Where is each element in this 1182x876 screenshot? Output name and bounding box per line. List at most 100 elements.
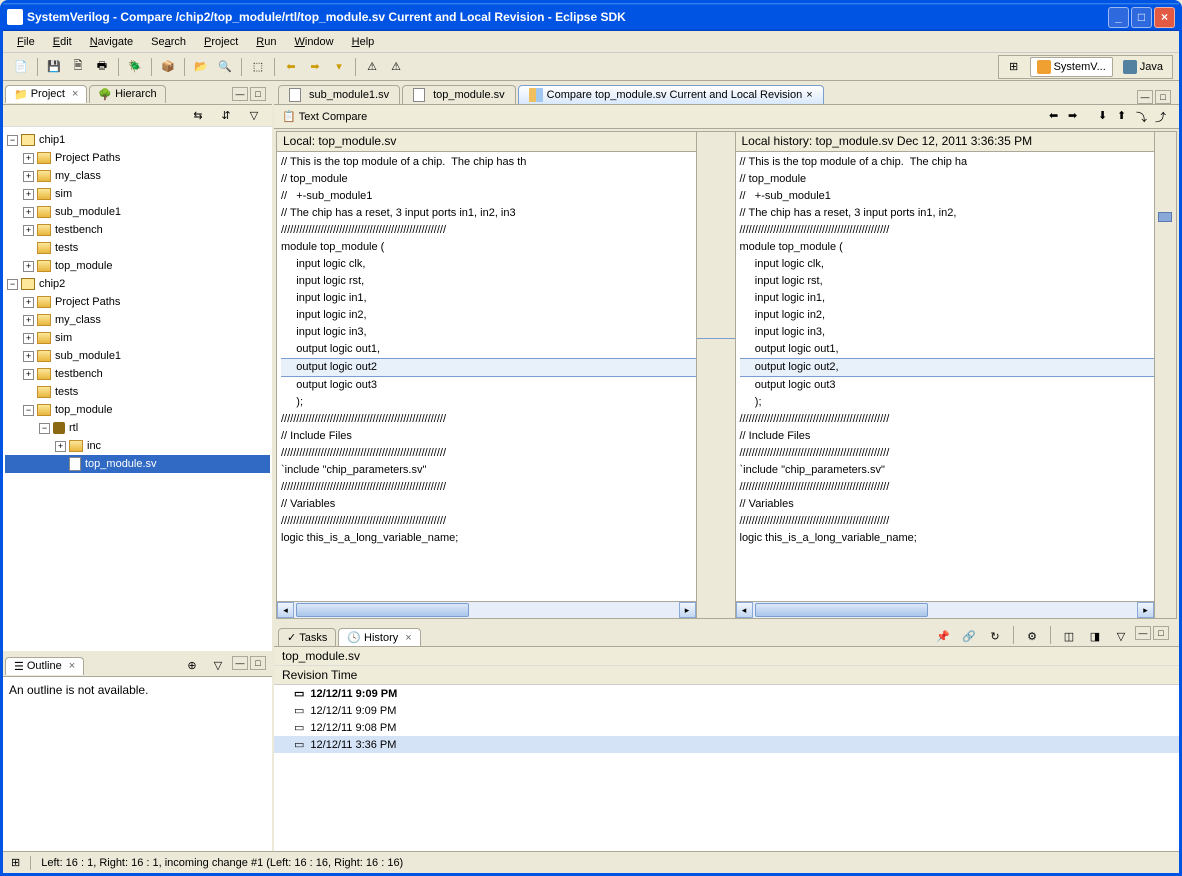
- menu-search[interactable]: Search: [143, 34, 194, 50]
- tree-project-paths2[interactable]: Project Paths: [55, 296, 120, 308]
- copy-left-button[interactable]: ⬅: [1049, 109, 1065, 125]
- tree-top-module[interactable]: top_module: [55, 260, 113, 272]
- tree-my-class2[interactable]: my_class: [55, 314, 101, 326]
- maximize-view-button[interactable]: □: [250, 656, 266, 670]
- outline-menu-button[interactable]: ▽: [208, 656, 228, 676]
- nav-back-button[interactable]: ⬅: [281, 57, 301, 77]
- tree-my-class[interactable]: my_class: [55, 170, 101, 182]
- prev-change-button[interactable]: ⤴: [1155, 109, 1171, 125]
- minimize-button[interactable]: _: [1108, 7, 1129, 28]
- menu-run[interactable]: Run: [248, 34, 284, 50]
- diff-overview-ruler[interactable]: [1154, 132, 1176, 618]
- save-button[interactable]: 💾: [44, 57, 64, 77]
- refresh-button[interactable]: ↻: [985, 626, 1005, 646]
- new-button[interactable]: 📄: [11, 57, 31, 77]
- menu-project[interactable]: Project: [196, 34, 246, 50]
- menu-help[interactable]: Help: [344, 34, 383, 50]
- scroll-left-button[interactable]: ◂: [277, 602, 294, 618]
- link-button[interactable]: 🔗: [959, 626, 979, 646]
- tree-sub-module1-2[interactable]: sub_module1: [55, 350, 121, 362]
- mode-1-button[interactable]: ◫: [1059, 626, 1079, 646]
- maximize-view-button[interactable]: □: [1153, 626, 1169, 640]
- maximize-editor-button[interactable]: □: [1155, 90, 1171, 104]
- scroll-thumb[interactable]: [296, 603, 469, 617]
- menu-window[interactable]: Window: [286, 34, 341, 50]
- warn-next-icon[interactable]: ⚠: [386, 57, 406, 77]
- minimize-view-button[interactable]: —: [1135, 626, 1151, 640]
- tree-sim2[interactable]: sim: [55, 332, 72, 344]
- next-change-button[interactable]: ⤵: [1136, 109, 1152, 125]
- history-list[interactable]: ▭12/12/11 9:09 PM▭12/12/11 9:09 PM▭12/12…: [274, 685, 1179, 851]
- mode-2-button[interactable]: ◨: [1085, 626, 1105, 646]
- open-perspective-button[interactable]: ⊞: [1004, 57, 1024, 77]
- search-button[interactable]: 🔍: [215, 57, 235, 77]
- pin-button[interactable]: 📌: [933, 626, 953, 646]
- left-code-area[interactable]: // This is the top module of a chip. The…: [277, 152, 696, 601]
- minimize-view-button[interactable]: —: [232, 87, 248, 101]
- tree-sub-module1[interactable]: sub_module1: [55, 206, 121, 218]
- close-icon[interactable]: ×: [69, 660, 75, 672]
- perspective-systemverilog[interactable]: SystemV...: [1030, 57, 1113, 77]
- maximize-view-button[interactable]: □: [250, 87, 266, 101]
- tree-tests[interactable]: tests: [55, 242, 78, 254]
- tab-history[interactable]: 🕓 History ×: [338, 628, 420, 646]
- project-tree[interactable]: −chip1 +Project Paths +my_class +sim +su…: [3, 127, 272, 651]
- collapse-all-button[interactable]: ⇆: [188, 106, 208, 126]
- prev-diff-button[interactable]: ⬆: [1117, 109, 1133, 125]
- editor-tab-sub-module1[interactable]: sub_module1.sv: [278, 85, 400, 104]
- tab-project[interactable]: 📁 Project ×: [5, 85, 87, 103]
- maximize-button[interactable]: □: [1131, 7, 1152, 28]
- open-type-button[interactable]: 📂: [191, 57, 211, 77]
- filter-button[interactable]: ⚙: [1022, 626, 1042, 646]
- copy-right-button[interactable]: ➡: [1068, 109, 1084, 125]
- nav-fwd-button[interactable]: ➡: [305, 57, 325, 77]
- outline-tool-1[interactable]: ⊕: [182, 656, 202, 676]
- tab-hierarchy[interactable]: 🌳 Hierarch: [89, 85, 165, 103]
- minimize-view-button[interactable]: —: [232, 656, 248, 670]
- view-menu-button[interactable]: ▽: [244, 106, 264, 126]
- print-button[interactable]: 🖶: [92, 57, 112, 77]
- editor-tab-top-module[interactable]: top_module.sv: [402, 85, 516, 104]
- tree-top-module2[interactable]: top_module: [55, 404, 113, 416]
- minimize-editor-button[interactable]: —: [1137, 90, 1153, 104]
- toggle-button[interactable]: ⬚: [248, 57, 268, 77]
- tab-tasks[interactable]: ✓ Tasks: [278, 628, 336, 646]
- close-button[interactable]: ×: [1154, 7, 1175, 28]
- scroll-left-button[interactable]: ◂: [736, 602, 753, 618]
- link-editor-button[interactable]: ⇵: [216, 106, 236, 126]
- tree-sim[interactable]: sim: [55, 188, 72, 200]
- tree-chip1[interactable]: chip1: [39, 134, 65, 146]
- menu-edit[interactable]: Edit: [45, 34, 80, 50]
- history-column-header[interactable]: Revision Time: [274, 666, 1179, 685]
- close-icon[interactable]: ×: [806, 89, 812, 101]
- history-row[interactable]: ▭12/12/11 9:08 PM: [274, 719, 1179, 736]
- view-menu-button[interactable]: ▽: [1111, 626, 1131, 646]
- tree-inc[interactable]: inc: [87, 440, 101, 452]
- scroll-thumb[interactable]: [755, 603, 928, 617]
- editor-tab-compare[interactable]: Compare top_module.sv Current and Local …: [518, 85, 824, 104]
- left-hscroll[interactable]: ◂ ▸: [277, 601, 696, 618]
- history-row[interactable]: ▭12/12/11 9:09 PM: [274, 685, 1179, 702]
- tree-chip2[interactable]: chip2: [39, 278, 65, 290]
- menu-navigate[interactable]: Navigate: [82, 34, 141, 50]
- right-hscroll[interactable]: ◂ ▸: [736, 601, 1155, 618]
- perspective-java[interactable]: Java: [1117, 58, 1169, 76]
- history-row[interactable]: ▭12/12/11 9:09 PM: [274, 702, 1179, 719]
- menu-file[interactable]: File: [9, 34, 43, 50]
- close-icon[interactable]: ×: [405, 632, 411, 644]
- debug-button[interactable]: 🪲: [125, 57, 145, 77]
- overview-diff-marker[interactable]: [1158, 212, 1172, 222]
- scroll-right-button[interactable]: ▸: [1137, 602, 1154, 618]
- close-icon[interactable]: ×: [72, 88, 78, 100]
- history-row[interactable]: ▭12/12/11 3:36 PM: [274, 736, 1179, 753]
- tree-top-module-sv[interactable]: top_module.sv: [85, 458, 157, 470]
- tab-outline[interactable]: ☰ Outline ×: [5, 657, 84, 675]
- build-button[interactable]: 📦: [158, 57, 178, 77]
- tree-testbench2[interactable]: testbench: [55, 368, 103, 380]
- nav-drop-button[interactable]: ▾: [329, 57, 349, 77]
- next-diff-button[interactable]: ⬇: [1098, 109, 1114, 125]
- right-code-area[interactable]: // This is the top module of a chip. The…: [736, 152, 1155, 601]
- scroll-right-button[interactable]: ▸: [679, 602, 696, 618]
- tree-tests2[interactable]: tests: [55, 386, 78, 398]
- tree-rtl[interactable]: rtl: [69, 422, 78, 434]
